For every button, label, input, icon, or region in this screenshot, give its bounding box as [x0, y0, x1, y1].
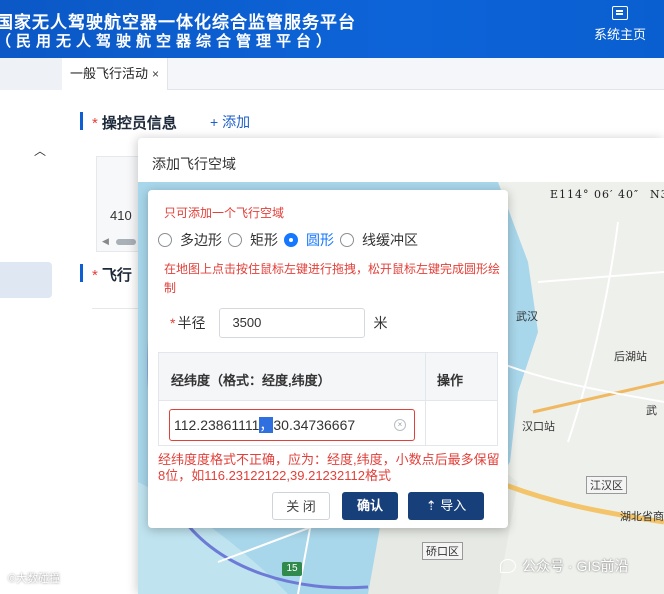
- tab-label: 一般飞行活动: [70, 66, 149, 81]
- radius-input[interactable]: 3500: [219, 308, 366, 338]
- upload-icon: ⇡: [425, 498, 437, 513]
- close-button[interactable]: 关 闭: [272, 492, 330, 520]
- radio-label: 多边形: [180, 232, 222, 248]
- sidebar: ︿: [0, 90, 62, 594]
- coord-text-selected: ，: [259, 417, 274, 433]
- map-label: 汉口站: [522, 421, 555, 433]
- import-label: 导入: [440, 498, 467, 513]
- import-button[interactable]: ⇡ 导入: [408, 492, 484, 520]
- radio-line-buffer[interactable]: 线缓冲区: [340, 230, 418, 250]
- column-divider: [425, 353, 426, 445]
- system-home-label: 系统主页: [593, 27, 646, 42]
- system-home-button[interactable]: 系统主页: [590, 6, 650, 43]
- radio-polygon[interactable]: 多边形: [158, 230, 222, 250]
- coord-text: 30.34736667: [273, 417, 356, 433]
- app-header: 国家无人驾驶航空器一体化综合监管服务平台 （民用无人驾驶航空器综合管理平台） 系…: [0, 0, 664, 58]
- coord-text: 112.23861111: [174, 417, 260, 433]
- radius-unit: 米: [373, 315, 388, 331]
- scroll-thumb[interactable]: [116, 239, 136, 245]
- section-operator-label: 操控员信息: [101, 115, 177, 132]
- coord-error-message: 经纬度度格式不正确，应为：经度,纬度，小数点后最多保留8位，如116.23122…: [158, 452, 500, 483]
- section-flight-label: 飞行: [101, 267, 132, 284]
- radio-label: 圆形: [306, 232, 334, 248]
- section-bar: [80, 112, 83, 130]
- platform-subtitle: （民用无人驾驶航空器综合管理平台）: [0, 33, 337, 50]
- table-scrollbar[interactable]: ◀: [102, 236, 142, 247]
- coord-table: 经纬度（格式：经度,纬度） 操作 112.23861111，30.3473666…: [158, 352, 498, 446]
- draw-hint: 在地图上点击按住鼠标左键进行拖拽，松开鼠标左键完成圆形绘制: [164, 262, 501, 295]
- wechat-icon: [500, 559, 516, 573]
- modal-title: 添加飞行空域: [152, 156, 236, 172]
- radio-rectangle[interactable]: 矩形: [228, 230, 278, 250]
- shape-radio-group: 多边形 矩形 圆形 线缓冲区: [158, 230, 424, 250]
- airspace-draw-panel: 只可添加一个飞行空域 多边形 矩形 圆形 线缓冲区 在地图上点击按住鼠标左键进行…: [148, 190, 508, 528]
- map-label: 武汉: [516, 311, 538, 323]
- section-bar: [80, 264, 83, 282]
- radio-label: 矩形: [250, 232, 278, 248]
- confirm-button[interactable]: 确认: [342, 492, 398, 520]
- radio-dot[interactable]: [158, 233, 172, 247]
- radio-circle[interactable]: 圆形: [284, 230, 334, 250]
- scroll-left-icon[interactable]: ◀: [102, 236, 109, 247]
- wechat-watermark: 公众号 · GIS前沿: [500, 556, 629, 576]
- add-operator-link[interactable]: + 添加: [210, 112, 250, 132]
- tab-general-flight[interactable]: 一般飞行活动 ×: [62, 58, 169, 90]
- column-header-action: 操作: [437, 373, 464, 388]
- corner-watermark: ©大数碰撞: [8, 573, 61, 585]
- coord-table-header: 经纬度（格式：经度,纬度） 操作: [159, 353, 497, 401]
- wechat-watermark-text: 公众号 · GIS前沿: [522, 558, 629, 574]
- map-district-label: 硚口区: [422, 542, 463, 560]
- radio-dot[interactable]: [228, 233, 242, 247]
- close-tab-icon[interactable]: ×: [152, 58, 159, 90]
- map-label: 后湖站: [614, 351, 647, 363]
- section-operator-title: * 操控员信息: [92, 112, 177, 133]
- radio-dot[interactable]: [340, 233, 354, 247]
- table-cell: 410: [110, 208, 132, 223]
- map-district-label: 江汉区: [586, 476, 627, 494]
- radius-label: 半径: [177, 315, 206, 331]
- required-mark: *: [170, 315, 176, 331]
- map-label: 湖北省商务: [620, 511, 664, 523]
- radio-dot-selected[interactable]: [284, 233, 298, 247]
- map-coord-lng: E114° 06′ 40″: [550, 188, 640, 201]
- home-screen-icon: [612, 6, 628, 20]
- sidebar-item-active[interactable]: [0, 262, 52, 298]
- radius-row: * 半径 3500 米: [170, 308, 387, 338]
- limit-note: 只可添加一个飞行空域: [164, 206, 285, 220]
- required-mark: *: [92, 267, 98, 284]
- radio-label: 线缓冲区: [362, 232, 418, 248]
- map-coord-lat: N30: [650, 188, 664, 201]
- road-number-badge: 15: [282, 562, 302, 576]
- coord-input[interactable]: 112.23861111，30.34736667 ×: [169, 409, 415, 441]
- chevron-up-icon[interactable]: ︿: [34, 142, 46, 159]
- tab-bar: 一般飞行活动 ×: [62, 58, 664, 90]
- column-header-coord: 经纬度（格式：经度,纬度）: [171, 373, 331, 388]
- section-flight-title: * 飞行: [92, 264, 132, 285]
- clear-icon[interactable]: ×: [394, 419, 406, 431]
- required-mark: *: [92, 115, 98, 132]
- map-label: 武: [646, 405, 657, 417]
